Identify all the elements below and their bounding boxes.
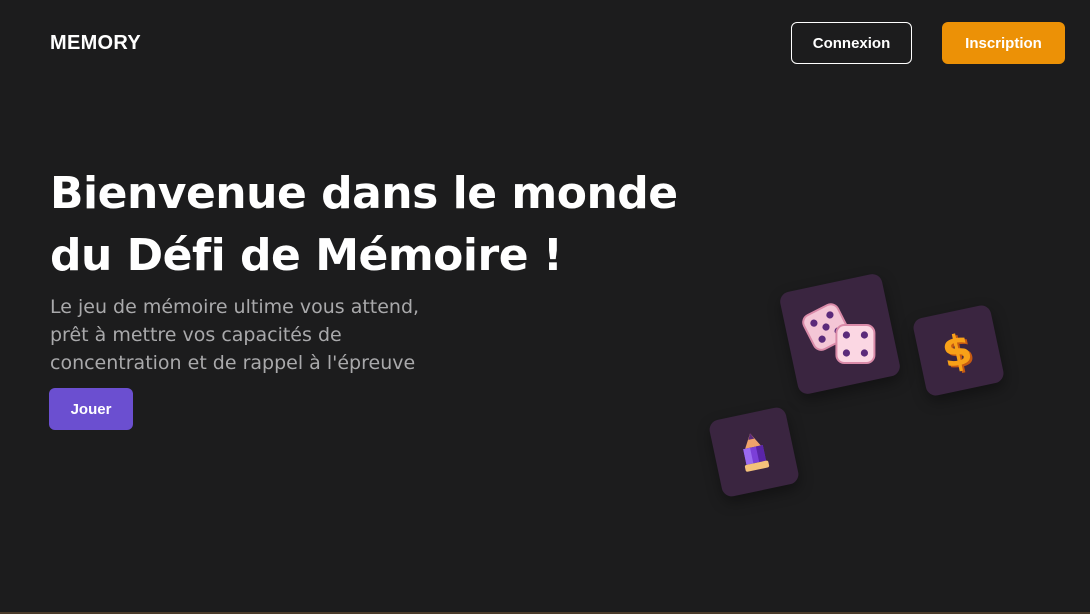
play-button[interactable]: Jouer: [49, 388, 133, 430]
logo[interactable]: MEMORY: [50, 32, 141, 55]
pencil-gem-icon: [743, 433, 770, 472]
hero-subtitle-line-1: Le jeu de mémoire ultime vous attend,: [50, 296, 420, 318]
hero-subtitle-line-3: concentration et de rappel à l'épreuve: [50, 352, 416, 374]
dollar-icon: $ $: [937, 323, 978, 379]
hero-title: Bienvenue dans le monde du Défi de Mémoi…: [50, 163, 690, 287]
login-button[interactable]: Connexion: [791, 22, 912, 64]
pencil-tile: [707, 405, 801, 499]
dice-tile: [778, 272, 902, 396]
hero-title-line-1: Bienvenue dans le monde: [50, 168, 678, 219]
signup-button[interactable]: Inscription: [942, 22, 1065, 64]
dice-icon: [802, 303, 876, 365]
hero-title-line-2: du Défi de Mémoire !: [50, 230, 563, 281]
hero-subtitle: Le jeu de mémoire ultime vous attend, pr…: [50, 293, 450, 377]
hero-subtitle-line-2: prêt à mettre vos capacités de: [50, 324, 342, 346]
svg-text:$: $: [937, 323, 976, 377]
dollar-tile: $ $: [911, 303, 1006, 398]
